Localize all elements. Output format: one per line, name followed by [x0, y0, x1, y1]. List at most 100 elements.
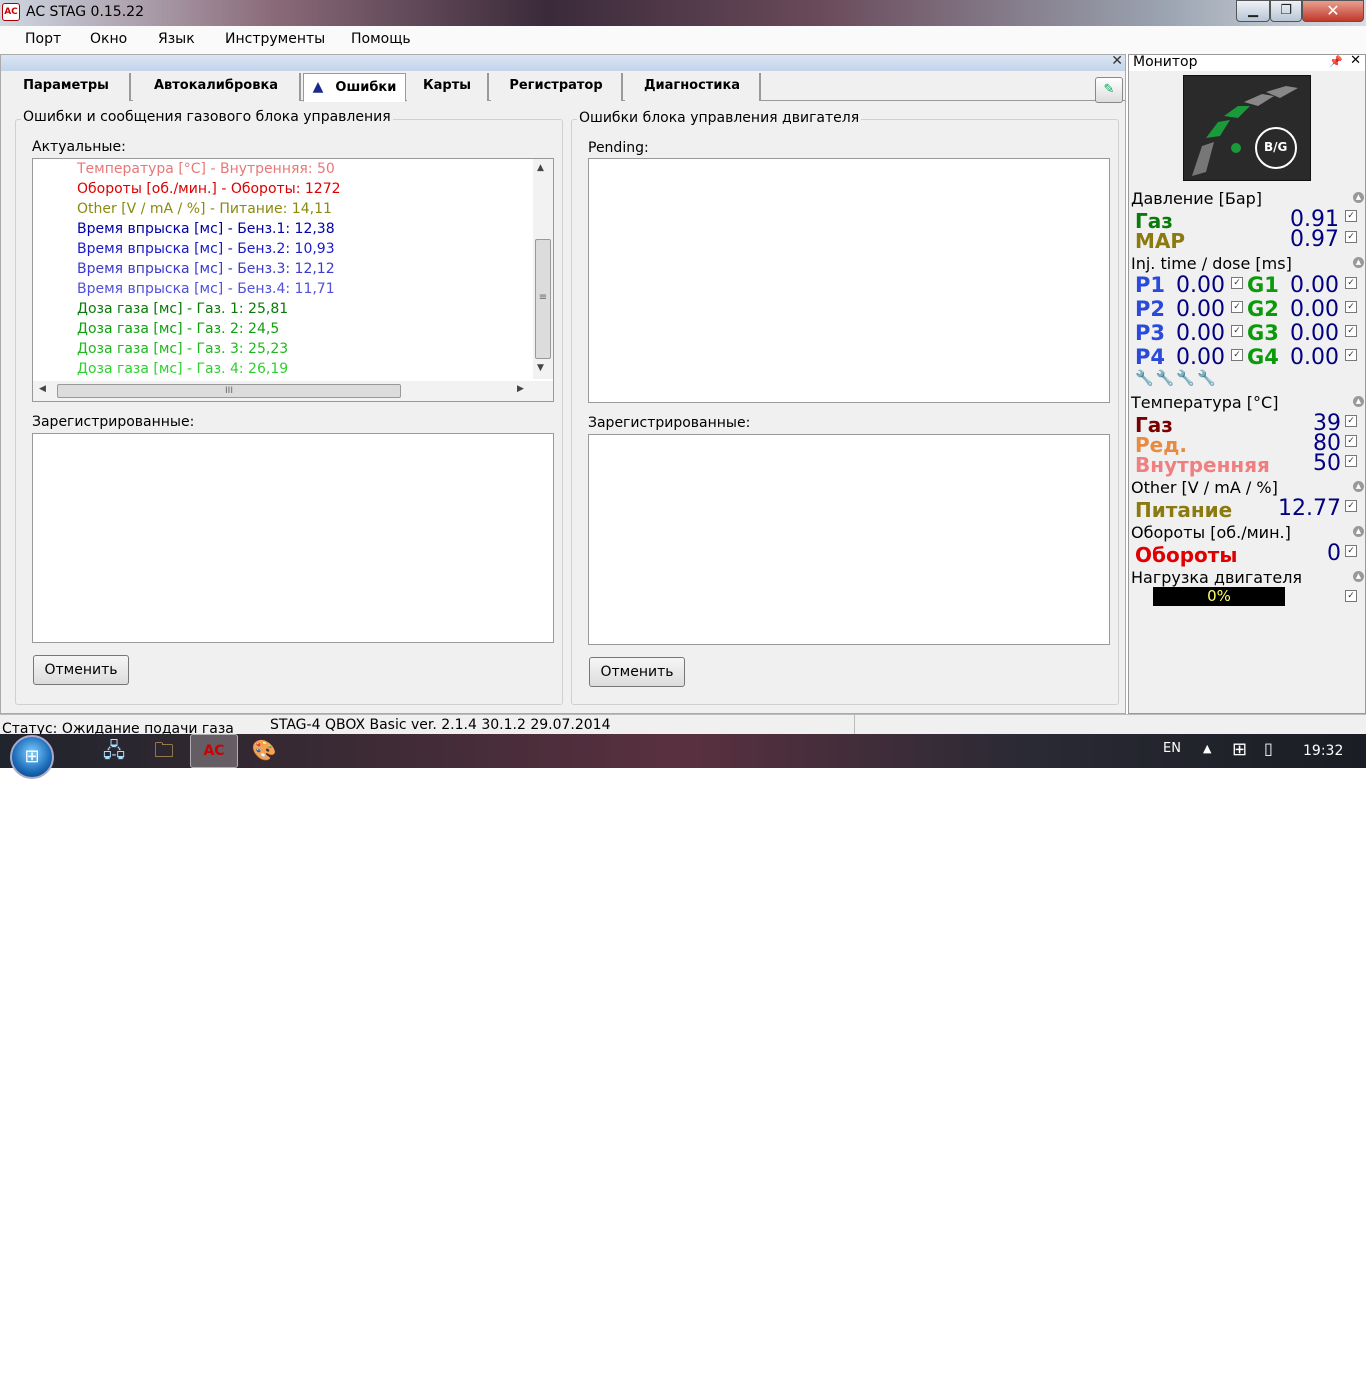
map-value: 0.97	[1290, 227, 1339, 252]
collapse-icon[interactable]: ▲	[1353, 257, 1364, 268]
petrol-injector-value: 0.00	[1176, 297, 1225, 322]
tab-maps[interactable]: Карты	[407, 73, 489, 101]
pending-list[interactable]	[588, 158, 1110, 403]
paint-icon[interactable]: 🎨	[240, 734, 288, 768]
gas-injector-checkbox[interactable]: ✓	[1345, 277, 1357, 289]
tab-diagnostics[interactable]: Диагностика	[625, 73, 761, 101]
rpm-name: Обороты	[1135, 543, 1238, 567]
pin-icon[interactable]: 📌	[1329, 55, 1343, 69]
tab-autocalibration[interactable]: Автокалибровка	[133, 73, 301, 101]
load-label: Нагрузка двигателя	[1131, 568, 1303, 587]
windows-icon[interactable]: ⊞	[1232, 739, 1247, 760]
clock[interactable]: 19:32	[1303, 743, 1343, 759]
gas-injector-value: 0.00	[1290, 297, 1339, 322]
scroll-up-icon[interactable]: ▲	[537, 163, 544, 173]
errors-panel: ✕ Параметры Автокалибровка ▲ Ошибки Карты…	[0, 53, 1126, 714]
gas-injector-value: 0.00	[1290, 273, 1339, 298]
gas-injector-checkbox[interactable]: ✓	[1345, 325, 1357, 337]
tab-errors[interactable]: ▲ Ошибки	[303, 73, 406, 102]
error-item[interactable]: Температура [°C] - Внутренняя: 50	[77, 161, 335, 177]
petrol-injector-name: P4	[1135, 345, 1166, 369]
battery-icon[interactable]: ▯	[1264, 739, 1273, 758]
monitor-header: Монитор 📌 ✕	[1129, 54, 1365, 71]
error-item[interactable]: Доза газа [мс] - Газ. 1: 25,81	[77, 301, 288, 317]
petrol-injector-name: P2	[1135, 297, 1166, 321]
supply-checkbox[interactable]: ✓	[1345, 500, 1357, 512]
temp-reducer-checkbox[interactable]: ✓	[1345, 435, 1357, 447]
error-item[interactable]: Время впрыска [мс] - Бенз.4: 11,71	[77, 281, 335, 297]
error-item[interactable]: Время впрыска [мс] - Бенз.1: 12,38	[77, 221, 335, 237]
monitor-close-icon[interactable]: ✕	[1350, 54, 1361, 68]
error-item[interactable]: Доза газа [мс] - Газ. 3: 25,23	[77, 341, 288, 357]
collapse-icon[interactable]: ▲	[1353, 192, 1364, 203]
gas-cancel-button[interactable]: Отменить	[33, 655, 129, 685]
error-item[interactable]: Доза газа [мс] - Газ. 4: 26,19	[77, 361, 288, 377]
menu-help[interactable]: Помощь	[351, 31, 411, 47]
error-item[interactable]: Доза газа [мс] - Газ. 2: 24,5	[77, 321, 279, 337]
gas-pressure-checkbox[interactable]: ✓	[1345, 210, 1357, 222]
gas-injector-checkbox[interactable]: ✓	[1345, 301, 1357, 313]
tray-expand-icon[interactable]: ▲	[1203, 742, 1211, 755]
vertical-scrollbar[interactable]: ▲ ≡ ▼	[533, 159, 553, 379]
network-app-icon[interactable]: 🖧	[90, 734, 138, 768]
menu-port[interactable]: Порт	[25, 31, 61, 47]
rpm-checkbox[interactable]: ✓	[1345, 545, 1357, 557]
map-name: MAP	[1135, 229, 1186, 253]
ac-stag-taskbar-icon[interactable]: AC	[190, 734, 238, 768]
petrol-injector-checkbox[interactable]: ✓	[1231, 277, 1243, 289]
menu-bar: Порт Окно Язык Инструменты Помощь	[0, 26, 1366, 54]
petrol-injector-value: 0.00	[1176, 273, 1225, 298]
gas-registered-list[interactable]	[32, 433, 554, 643]
petrol-injector-name: P3	[1135, 321, 1166, 345]
collapse-icon[interactable]: ▲	[1353, 526, 1364, 537]
collapse-icon[interactable]: ▲	[1353, 571, 1364, 582]
gas-ecu-title: Ошибки и сообщения газового блока управл…	[21, 109, 393, 125]
collapse-icon[interactable]: ▲	[1353, 396, 1364, 407]
error-item[interactable]: Обороты [об./мин.] - Обороты: 1272	[77, 181, 341, 197]
engine-cancel-button[interactable]: Отменить	[589, 657, 685, 687]
load-checkbox[interactable]: ✓	[1345, 590, 1357, 602]
start-button[interactable]: ⊞	[10, 735, 54, 779]
error-item[interactable]: Время впрыска [мс] - Бенз.2: 10,93	[77, 241, 335, 257]
menu-window[interactable]: Окно	[90, 31, 127, 47]
engine-registered-label: Зарегистрированные:	[588, 415, 751, 431]
monitor-title: Монитор	[1133, 54, 1198, 70]
engine-ecu-title: Ошибки блока управления двигателя	[577, 110, 862, 126]
petrol-injector-checkbox[interactable]: ✓	[1231, 349, 1243, 361]
folder-icon[interactable]: 🗀	[140, 734, 188, 768]
supply-name: Питание	[1135, 498, 1233, 522]
engine-registered-list[interactable]	[588, 434, 1110, 645]
map-checkbox[interactable]: ✓	[1345, 231, 1357, 243]
actual-errors-list[interactable]: Температура [°C] - Внутренняя: 50 Обороты…	[32, 158, 554, 402]
panel-close-icon[interactable]: ✕	[1111, 53, 1123, 69]
maximize-button[interactable]: ❐	[1270, 0, 1302, 22]
tab-recorder[interactable]: Регистратор	[491, 73, 623, 101]
gas-injector-checkbox[interactable]: ✓	[1345, 349, 1357, 361]
petrol-injector-checkbox[interactable]: ✓	[1231, 325, 1243, 337]
minimize-button[interactable]: ▁	[1236, 0, 1270, 22]
menu-tools[interactable]: Инструменты	[225, 31, 325, 47]
hscroll-thumb[interactable]: III	[57, 384, 401, 398]
temp-internal-checkbox[interactable]: ✓	[1345, 455, 1357, 467]
bg-logo-text: B/G	[1264, 140, 1288, 154]
wrench-icon[interactable]: ✎	[1095, 77, 1123, 103]
horizontal-scrollbar[interactable]: ◀ III ▶	[33, 381, 553, 401]
language-indicator[interactable]: EN	[1163, 741, 1181, 756]
temp-gas-checkbox[interactable]: ✓	[1345, 415, 1357, 427]
gas-registered-label: Зарегистрированные:	[32, 414, 195, 430]
gas-injector-value: 0.00	[1290, 321, 1339, 346]
gas-injector-name: G2	[1247, 297, 1279, 321]
scroll-right-icon[interactable]: ▶	[517, 384, 524, 394]
petrol-injector-checkbox[interactable]: ✓	[1231, 301, 1243, 313]
scroll-left-icon[interactable]: ◀	[39, 384, 46, 394]
close-button[interactable]: ✕	[1302, 0, 1364, 22]
collapse-icon[interactable]: ▲	[1353, 481, 1364, 492]
error-item[interactable]: Other [V / mA / %] - Питание: 14,11	[77, 201, 332, 217]
scroll-thumb[interactable]: ≡	[535, 239, 551, 359]
warning-icon: ▲	[312, 79, 324, 95]
error-item[interactable]: Время впрыска [мс] - Бенз.3: 12,12	[77, 261, 335, 277]
gas-injector-name: G4	[1247, 345, 1279, 369]
tab-parameters[interactable]: Параметры	[3, 73, 131, 101]
scroll-down-icon[interactable]: ▼	[537, 363, 544, 373]
menu-language[interactable]: Язык	[158, 31, 195, 47]
